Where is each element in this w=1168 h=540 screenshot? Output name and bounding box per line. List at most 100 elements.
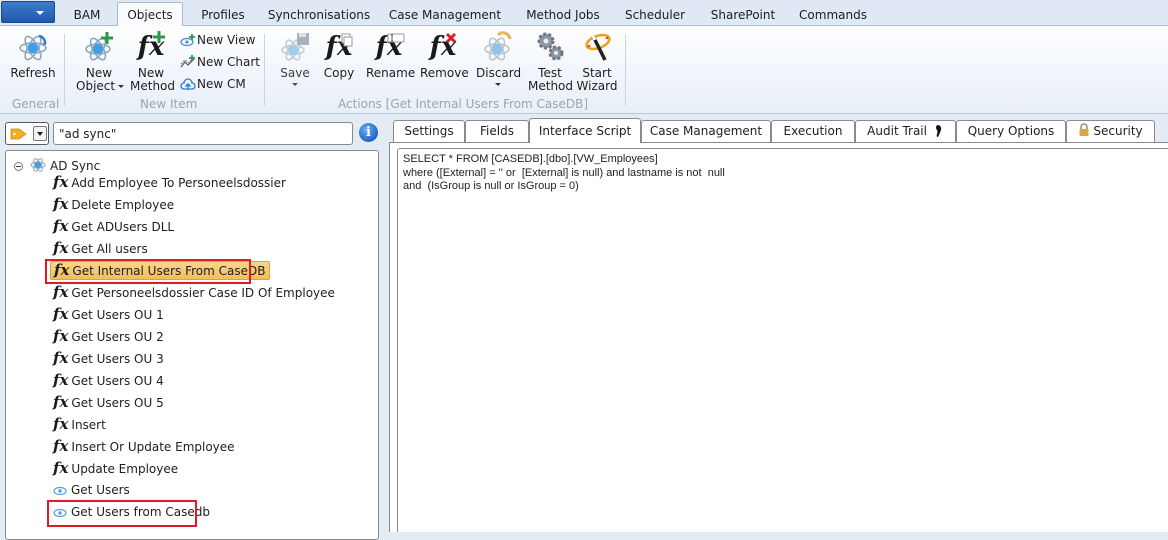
group-label-new-item: New Item	[140, 97, 198, 111]
copy-button[interactable]: fx Copy	[322, 30, 356, 80]
object-icon	[30, 158, 46, 172]
test-method-button[interactable]: Test Method	[528, 30, 574, 93]
new-method-button[interactable]: fx New Method	[130, 30, 176, 93]
tab-audit-trail[interactable]: Audit Trail	[855, 120, 956, 142]
tree-item-label: Get Personeelsdossier Case ID Of Employe…	[71, 286, 335, 300]
object-tree: AD Sync fx Add Employee To Personeelsdoss…	[5, 150, 379, 540]
new-cm-button[interactable]: New CM	[180, 74, 246, 94]
fx-icon: fx	[53, 349, 69, 367]
tree-item-method[interactable]: fx Get ADUsers DLL	[50, 217, 178, 236]
info-icon[interactable]: i	[359, 123, 378, 142]
fx-icon: fx	[53, 305, 69, 323]
tab-interface-script[interactable]: Interface Script	[529, 118, 641, 143]
tree-item-method[interactable]: fx Get Internal Users From CaseDB	[50, 261, 271, 280]
fx-icon: fx	[53, 195, 69, 213]
refresh-button[interactable]: Refresh	[10, 30, 56, 80]
chevron-down-icon	[36, 11, 44, 15]
tree-item-method[interactable]: fx Insert Or Update Employee	[50, 437, 239, 456]
dropdown-arrow-icon	[118, 85, 125, 88]
tree-item-method[interactable]: fx Delete Employee	[50, 195, 178, 214]
tree-item-method[interactable]: fx Get Personeelsdossier Case ID Of Emplo…	[50, 283, 339, 302]
group-separator	[264, 34, 265, 106]
ribbon-tab-case-management[interactable]: Case Management	[382, 2, 508, 26]
new-method-label-2: Method	[130, 79, 176, 93]
fx-icon: fx	[53, 283, 69, 301]
tree-item-label: Get Internal Users From CaseDB	[72, 264, 266, 278]
tree-item-label: Get Users	[71, 483, 130, 497]
discard-button[interactable]: Discard	[476, 30, 521, 86]
tree-item-label: Add Employee To Personeelsdossier	[71, 176, 286, 190]
tag-filter[interactable]	[5, 122, 49, 145]
fx-icon: fx	[53, 173, 69, 191]
start-wizard-button[interactable]: Start Wizard	[576, 30, 618, 93]
copy-label: Copy	[323, 66, 355, 80]
application-menu-button[interactable]	[1, 1, 55, 23]
tree-item-label: Insert Or Update Employee	[71, 440, 235, 454]
tab-fields[interactable]: Fields	[465, 120, 529, 142]
search-input[interactable]	[53, 122, 353, 145]
ribbon-tab-scheduler[interactable]: Scheduler	[618, 2, 692, 26]
test-method-label-2: Method	[528, 79, 574, 93]
ribbon-tab-commands[interactable]: Commands	[793, 2, 873, 26]
tag-filter-dropdown-button[interactable]	[33, 126, 47, 141]
group-separator	[64, 34, 65, 106]
eye-icon	[53, 486, 67, 496]
tab-settings[interactable]: Settings	[393, 120, 465, 142]
collapse-icon[interactable]	[14, 162, 23, 171]
new-cm-label: New CM	[197, 77, 246, 91]
dropdown-arrow-icon	[292, 83, 298, 86]
fx-copy-icon: fx	[325, 32, 353, 62]
tree-item-method[interactable]: fx Get Users OU 3	[50, 349, 168, 368]
ribbon-tab-objects[interactable]: Objects	[117, 2, 183, 27]
remove-button[interactable]: fx Remove	[420, 30, 469, 80]
save-button[interactable]: Save	[276, 30, 314, 86]
start-wizard-label-2: Wizard	[576, 79, 618, 93]
tree-item-method[interactable]: fx Get Users OU 1	[50, 305, 168, 324]
new-view-button[interactable]: New View	[180, 30, 255, 50]
tree-item-method[interactable]: fx Insert	[50, 415, 110, 434]
discard-icon	[484, 31, 512, 61]
interface-script-editor[interactable]: SELECT * FROM [CASEDB].[dbo].[VW_Employe…	[397, 148, 1168, 532]
tree-item-label: Get Users OU 4	[71, 374, 164, 388]
tree-item-view[interactable]: Get Users from Casedb	[50, 503, 214, 522]
refresh-label: Refresh	[10, 66, 56, 80]
fx-remove-icon: fx	[429, 32, 457, 62]
save-label: Save	[280, 66, 310, 80]
ribbon-tab-bam[interactable]: BAM	[60, 2, 114, 26]
tree-item-method[interactable]: fx Get Users OU 2	[50, 327, 168, 346]
refresh-icon	[19, 34, 47, 61]
rename-button[interactable]: fx Rename	[366, 30, 415, 80]
tab-security[interactable]: Security	[1066, 120, 1155, 142]
fx-rename-icon: fx	[375, 32, 405, 62]
new-chart-button[interactable]: New Chart	[180, 52, 260, 72]
fx-icon: fx	[53, 415, 69, 433]
tab-query-options[interactable]: Query Options	[956, 120, 1066, 142]
tree-item-method[interactable]: fx Get All users	[50, 239, 152, 258]
tab-execution[interactable]: Execution	[771, 120, 855, 142]
tree-item-method[interactable]: fx Add Employee To Personeelsdossier	[50, 173, 290, 192]
fx-new-icon: fx	[137, 31, 165, 62]
tree-item-label: Insert	[71, 418, 106, 432]
tree-item-label: Get Users OU 3	[71, 352, 164, 366]
tab-audit-trail-label: Audit Trail	[867, 124, 927, 138]
fx-icon: fx	[53, 371, 69, 389]
new-view-label: New View	[197, 33, 256, 47]
ribbon-tab-profiles[interactable]: Profiles	[190, 2, 256, 26]
fx-icon: fx	[53, 437, 69, 455]
chart-icon	[180, 55, 195, 68]
fx-icon: fx	[53, 393, 69, 411]
eye-icon	[53, 508, 67, 518]
tree-item-method[interactable]: fx Get Users OU 5	[50, 393, 168, 412]
ribbon-tab-synchronisations[interactable]: Synchronisations	[262, 2, 376, 26]
tree-item-method[interactable]: fx Get Users OU 4	[50, 371, 168, 390]
tree-item-view[interactable]: Get Users	[50, 481, 134, 500]
cloud-upload-icon	[180, 78, 196, 90]
tree-item-method[interactable]: fx Update Employee	[50, 459, 182, 478]
new-object-button[interactable]: New Object	[76, 30, 125, 93]
ribbon-tab-method-jobs[interactable]: Method Jobs	[516, 2, 610, 26]
tab-case-management[interactable]: Case Management	[641, 120, 771, 142]
group-label-general: General	[12, 97, 60, 111]
tree-item-label: Get All users	[71, 242, 148, 256]
fx-icon: fx	[53, 459, 69, 477]
ribbon-tab-sharepoint[interactable]: SharePoint	[702, 2, 784, 26]
